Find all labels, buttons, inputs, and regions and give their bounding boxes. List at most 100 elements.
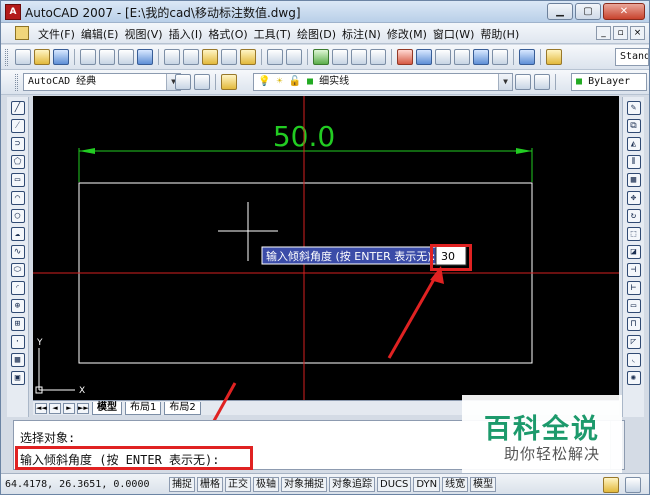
break-icon[interactable]: ▭ bbox=[626, 299, 641, 313]
scale-icon[interactable]: ⬚ bbox=[626, 227, 641, 241]
zoom-previous-icon[interactable] bbox=[370, 49, 386, 65]
move-icon[interactable]: ✥ bbox=[626, 191, 641, 205]
hatch-icon[interactable]: ▦ bbox=[10, 353, 25, 367]
save-icon[interactable] bbox=[53, 49, 69, 65]
new-icon[interactable] bbox=[15, 49, 31, 65]
make-block-icon[interactable]: ⊞ bbox=[10, 317, 25, 331]
zoom-realtime-icon[interactable] bbox=[332, 49, 348, 65]
text-style-dropdown[interactable]: Stand bbox=[615, 48, 649, 66]
last-tab-button[interactable]: ►► bbox=[77, 402, 89, 414]
join-icon[interactable]: ⊓ bbox=[626, 317, 641, 331]
construction-line-icon[interactable]: ⁄ bbox=[10, 119, 25, 133]
markup-icon[interactable] bbox=[473, 49, 489, 65]
menu-window[interactable]: 窗口(W) bbox=[430, 26, 477, 42]
dyn-toggle[interactable]: DYN bbox=[413, 476, 441, 492]
stretch-icon[interactable]: ◪ bbox=[626, 245, 641, 259]
block-editor-icon[interactable] bbox=[240, 49, 256, 65]
document-icon[interactable] bbox=[15, 26, 29, 40]
trim-icon[interactable]: ⊣ bbox=[626, 263, 641, 277]
text-style-icon[interactable] bbox=[546, 49, 562, 65]
save-workspace-icon[interactable] bbox=[194, 74, 210, 90]
rectangle-icon[interactable]: ▭ bbox=[10, 173, 25, 187]
snap-toggle[interactable]: 捕捉 bbox=[169, 476, 195, 492]
erase-icon[interactable]: ✎ bbox=[626, 101, 641, 115]
menu-view[interactable]: 视图(V) bbox=[121, 26, 165, 42]
insert-block-icon[interactable]: ⊕ bbox=[10, 299, 25, 313]
ortho-toggle[interactable]: 正交 bbox=[225, 476, 251, 492]
point-icon[interactable]: · bbox=[10, 335, 25, 349]
grid-toggle[interactable]: 栅格 bbox=[197, 476, 223, 492]
fillet-icon[interactable]: ◟ bbox=[626, 353, 641, 367]
spline-icon[interactable]: ∿ bbox=[10, 245, 25, 259]
zoom-window-icon[interactable] bbox=[351, 49, 367, 65]
menu-modify[interactable]: 修改(M) bbox=[384, 26, 430, 42]
calculator-icon[interactable] bbox=[492, 49, 508, 65]
autocad-app-icon[interactable]: A bbox=[5, 4, 21, 20]
array-icon[interactable]: ▦ bbox=[626, 173, 641, 187]
paste-icon[interactable] bbox=[202, 49, 218, 65]
title-bar[interactable]: A AutoCAD 2007 - [E:\我的cad\移动标注数值.dwg] ▁… bbox=[1, 1, 649, 23]
design-center-icon[interactable] bbox=[416, 49, 432, 65]
help-icon[interactable] bbox=[519, 49, 535, 65]
region-icon[interactable]: ▣ bbox=[10, 371, 25, 385]
mirror-icon[interactable]: ◭ bbox=[626, 137, 641, 151]
menu-edit[interactable]: 编辑(E) bbox=[78, 26, 122, 42]
menu-help[interactable]: 帮助(H) bbox=[477, 26, 522, 42]
copy-object-icon[interactable]: ⧉ bbox=[626, 119, 641, 133]
maximize-button[interactable]: ▢ bbox=[575, 3, 601, 20]
cut-icon[interactable] bbox=[164, 49, 180, 65]
toolbar-grip[interactable] bbox=[15, 74, 18, 91]
tool-palettes-icon[interactable] bbox=[435, 49, 451, 65]
drawing-canvas[interactable]: 50.0 Y X 输入倾斜角度 (按 ENTER 表示无): 30 bbox=[33, 96, 619, 400]
menu-insert[interactable]: 插入(I) bbox=[166, 26, 206, 42]
menu-draw[interactable]: 绘图(D) bbox=[294, 26, 339, 42]
layer-dropdown[interactable]: 💡 ☀ 🔓 ■ 细实线 ▼ bbox=[253, 73, 513, 91]
rotate-icon[interactable]: ↻ bbox=[626, 209, 641, 223]
menu-dimension[interactable]: 标注(N) bbox=[339, 26, 384, 42]
publish-icon[interactable] bbox=[118, 49, 134, 65]
prev-tab-button[interactable]: ◄ bbox=[49, 402, 61, 414]
doc-minimize-button[interactable]: _ bbox=[596, 26, 611, 40]
otrack-toggle[interactable]: 对象追踪 bbox=[329, 476, 375, 492]
open-icon[interactable] bbox=[34, 49, 50, 65]
properties-icon[interactable] bbox=[397, 49, 413, 65]
undo-icon[interactable] bbox=[267, 49, 283, 65]
tray-settings-icon[interactable] bbox=[603, 477, 619, 493]
revcloud-icon[interactable]: ☁ bbox=[10, 227, 25, 241]
model-toggle[interactable]: 模型 bbox=[470, 476, 497, 492]
sheet-set-icon[interactable] bbox=[454, 49, 470, 65]
osnap-toggle[interactable]: 对象捕捉 bbox=[281, 476, 327, 492]
copy-icon[interactable] bbox=[183, 49, 199, 65]
tab-layout1[interactable]: 布局1 bbox=[125, 401, 162, 415]
layer-manager-icon[interactable] bbox=[221, 74, 237, 90]
pan-icon[interactable] bbox=[313, 49, 329, 65]
doc-restore-button[interactable]: ▫ bbox=[613, 26, 628, 40]
command-prompt-line[interactable]: 输入倾斜角度 (按 ENTER 表示无): bbox=[20, 451, 219, 468]
redo-icon[interactable] bbox=[286, 49, 302, 65]
print-preview-icon[interactable] bbox=[99, 49, 115, 65]
polygon-icon[interactable]: ⬠ bbox=[10, 155, 25, 169]
offset-icon[interactable]: ⫴ bbox=[626, 155, 641, 169]
make-current-layer-icon[interactable] bbox=[515, 74, 531, 90]
extend-icon[interactable]: ⊢ bbox=[626, 281, 641, 295]
tab-model[interactable]: 模型 bbox=[92, 401, 122, 415]
minimize-button[interactable]: ▁ bbox=[547, 3, 573, 20]
match-properties-icon[interactable] bbox=[221, 49, 237, 65]
arc-icon[interactable]: ⌒ bbox=[10, 191, 25, 205]
lineweight-toggle[interactable]: 线宽 bbox=[442, 476, 469, 492]
color-dropdown[interactable]: ■ ByLayer bbox=[571, 73, 647, 91]
ellipse-icon[interactable]: ⬭ bbox=[10, 263, 25, 277]
next-tab-button[interactable]: ► bbox=[63, 402, 75, 414]
close-button[interactable]: ✕ bbox=[603, 3, 645, 20]
polyline-icon[interactable]: ⊃ bbox=[10, 137, 25, 151]
explode-icon[interactable]: ✺ bbox=[626, 371, 641, 385]
chevron-down-icon[interactable]: ▼ bbox=[498, 74, 512, 90]
ducs-toggle[interactable]: DUCS bbox=[377, 476, 412, 492]
clean-screen-icon[interactable] bbox=[625, 477, 641, 493]
circle-icon[interactable]: ◯ bbox=[10, 209, 25, 223]
line-icon[interactable]: ╱ bbox=[10, 101, 25, 115]
workspace-dropdown[interactable]: AutoCAD 经典 ▼ bbox=[23, 73, 181, 91]
menu-format[interactable]: 格式(O) bbox=[205, 26, 250, 42]
polar-toggle[interactable]: 极轴 bbox=[253, 476, 279, 492]
chamfer-icon[interactable]: ◸ bbox=[626, 335, 641, 349]
